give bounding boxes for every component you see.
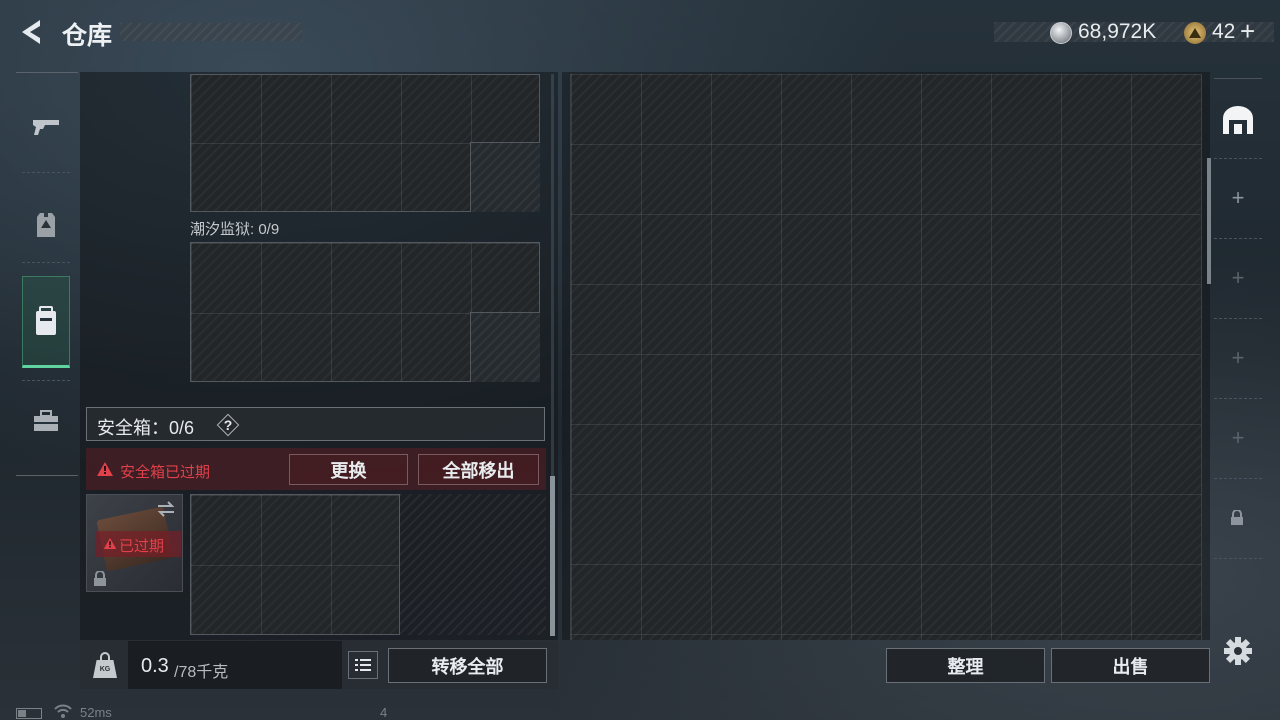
- lock-icon: [1231, 509, 1243, 525]
- sell-button[interactable]: 出售: [1051, 648, 1210, 683]
- stash-tab-divider: [1214, 318, 1262, 319]
- stash-tab-main[interactable]: [1216, 98, 1260, 142]
- add-stash-tab-1-icon[interactable]: +: [1216, 178, 1260, 218]
- stash-tab-divider: [1214, 478, 1262, 479]
- add-stash-tab-2-icon[interactable]: +: [1216, 258, 1260, 298]
- locked-stash-tab[interactable]: [1230, 509, 1244, 531]
- safebox-grid-unavailable: [400, 494, 546, 635]
- battery-icon: [16, 708, 42, 719]
- toolbox-icon: [34, 410, 58, 431]
- pistol-icon: [33, 120, 59, 135]
- help-icon[interactable]: ?: [216, 413, 240, 437]
- ping-text: 52ms: [80, 705, 112, 720]
- coin-icon: [1050, 22, 1072, 44]
- status-count: 4: [380, 705, 388, 720]
- stash-tab-divider: [1214, 238, 1262, 239]
- page-title: 仓库: [62, 22, 113, 50]
- warehouse-icon: [1223, 106, 1253, 134]
- sidebar-item-weapon[interactable]: [22, 82, 70, 172]
- expired-badge-warning-icon: [103, 538, 117, 549]
- sort-button[interactable]: 整理: [886, 648, 1045, 683]
- warning-icon: [96, 461, 114, 482]
- lock-icon: [94, 571, 106, 586]
- triangle-coin-icon: [1184, 22, 1206, 44]
- weight-max: /78千克: [174, 664, 229, 681]
- sidebar-divider: [22, 262, 70, 263]
- add-currency-button[interactable]: +: [1240, 16, 1255, 47]
- weight-icon: KG: [92, 652, 118, 678]
- add-stash-tab-4-icon[interactable]: +: [1216, 418, 1260, 458]
- stash-tab-divider: [1214, 158, 1262, 159]
- back-button[interactable]: [14, 16, 46, 48]
- safebox-item-slot[interactable]: 已过期: [86, 494, 183, 592]
- weight-value: 0.3: [141, 655, 169, 677]
- sidebar-divider: [22, 172, 70, 173]
- currency-1-value: 68,972K: [1078, 20, 1157, 43]
- add-stash-tab-3-icon[interactable]: +: [1216, 338, 1260, 378]
- sidebar-item-armor[interactable]: [22, 180, 70, 270]
- container-grid-middle-empty-slot: [470, 312, 540, 382]
- list-icon: [355, 659, 371, 671]
- container-grid-top-empty-slot: [470, 142, 540, 212]
- title-decoration: [120, 23, 302, 41]
- container-section-label: 潮汐监狱: 0/9: [190, 221, 280, 238]
- weight-icon-label: KG: [99, 665, 111, 673]
- stash-grid: [570, 74, 1202, 640]
- swap-icon: [157, 501, 175, 517]
- gear-icon: [1224, 637, 1252, 665]
- wifi-icon: [54, 704, 72, 720]
- help-icon-text: ?: [223, 417, 233, 433]
- list-view-button[interactable]: [348, 651, 378, 679]
- stash-scrollbar-thumb[interactable]: [1207, 158, 1211, 284]
- replace-button[interactable]: 更换: [289, 454, 408, 485]
- back-arrow-icon: [22, 20, 40, 44]
- sidebar-item-backpack[interactable]: [22, 276, 70, 368]
- backpack-icon: [36, 306, 56, 335]
- remove-all-button[interactable]: 全部移出: [418, 454, 539, 485]
- left-scrollbar-thumb[interactable]: [550, 476, 555, 636]
- expired-badge-text: 已过期: [119, 538, 165, 555]
- safebox-label: 安全箱：0/6: [97, 418, 195, 438]
- armor-vest-icon: [37, 213, 55, 237]
- stash-tab-divider: [1214, 558, 1262, 559]
- safebox-grid: [190, 494, 400, 635]
- transfer-all-button[interactable]: 转移全部: [388, 648, 547, 683]
- settings-button[interactable]: [1222, 635, 1254, 667]
- stash-tab-divider: [1214, 398, 1262, 399]
- expired-warning-text: 安全箱已过期: [120, 464, 211, 481]
- sidebar-item-toolbox[interactable]: [22, 376, 70, 466]
- currency-2-value: 42: [1212, 20, 1236, 43]
